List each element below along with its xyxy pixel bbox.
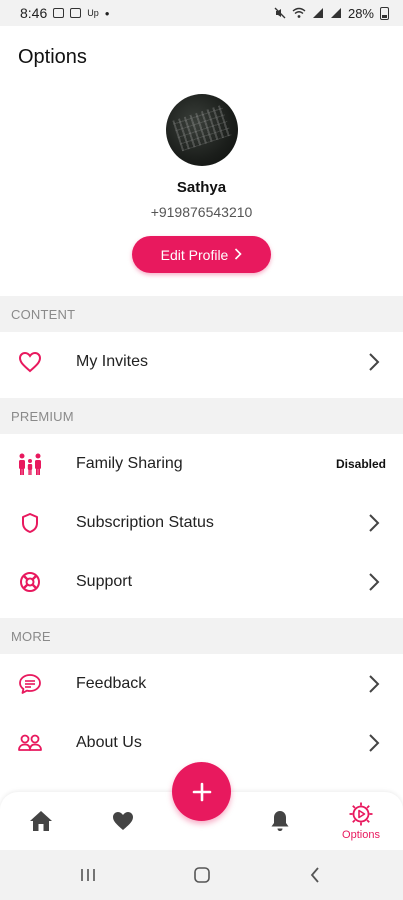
- lifebuoy-icon: [17, 569, 43, 595]
- bell-icon: [271, 811, 289, 831]
- people-icon: [17, 730, 43, 756]
- battery-icon: [380, 6, 389, 20]
- status-time: 8:46: [20, 5, 48, 21]
- status-bar-right: 28%: [274, 6, 389, 21]
- nav-options-label: Options: [342, 829, 380, 841]
- section-header-more: MORE: [0, 618, 403, 654]
- section-header-premium: PREMIUM: [0, 398, 403, 434]
- menu-item-subscription-status[interactable]: Subscription Status: [0, 494, 403, 552]
- recent-apps-button[interactable]: [58, 850, 118, 900]
- menu-item-my-invites[interactable]: My Invites: [0, 333, 403, 391]
- plus-icon: [192, 782, 211, 801]
- menu-item-support[interactable]: Support: [0, 553, 403, 611]
- menu-item-label: About Us: [76, 734, 142, 751]
- menu-item-label: Feedback: [76, 675, 147, 692]
- nav-home[interactable]: [11, 792, 71, 850]
- signal-2-icon: [330, 8, 341, 18]
- menu-item-label: My Invites: [76, 353, 149, 370]
- options-icon: [349, 802, 373, 826]
- edit-profile-label: Edit Profile: [160, 246, 229, 263]
- heart-outline-icon: [17, 349, 43, 375]
- app-notification-indicator: Up: [87, 8, 99, 18]
- battery-percent: 28%: [347, 5, 374, 21]
- status-bar: 8:46 Up ● 28%: [0, 0, 403, 26]
- back-button[interactable]: [285, 850, 345, 900]
- profile-name: Sathya: [176, 179, 227, 196]
- nav-options[interactable]: Options: [331, 792, 391, 850]
- chevron-right-icon: [369, 353, 380, 371]
- wifi-icon: [292, 7, 306, 18]
- menu-item-family-sharing[interactable]: Family Sharing Disabled: [0, 435, 403, 493]
- shield-icon: [17, 510, 43, 536]
- status-bar-left: 8:46 Up ●: [20, 5, 110, 21]
- nav-favorites[interactable]: [93, 792, 153, 850]
- family-icon: [17, 451, 43, 477]
- more-notifications-dot-icon: ●: [104, 8, 110, 18]
- chevron-right-icon: [369, 573, 380, 591]
- chat-bubble-icon: [17, 671, 43, 697]
- page-title: Options: [18, 46, 87, 68]
- recent-apps-icon: [81, 869, 95, 881]
- system-nav-bar: [0, 850, 403, 900]
- chevron-right-icon: [369, 675, 380, 693]
- edit-profile-button[interactable]: Edit Profile: [132, 236, 271, 273]
- gallery-notification-icon: [53, 8, 65, 18]
- nav-notifications[interactable]: [250, 792, 310, 850]
- menu-item-label: Subscription Status: [76, 514, 214, 531]
- mail-notification-icon: [70, 8, 82, 18]
- menu-item-label: Support: [76, 573, 133, 590]
- home-system-button[interactable]: [172, 850, 232, 900]
- add-button[interactable]: [172, 762, 231, 821]
- chevron-right-icon: [369, 734, 380, 752]
- menu-item-label: Family Sharing: [76, 455, 183, 472]
- menu-item-feedback[interactable]: Feedback: [0, 655, 403, 713]
- avatar[interactable]: [166, 94, 238, 166]
- section-header-content: CONTENT: [0, 296, 403, 332]
- mute-icon: [274, 7, 286, 19]
- back-chevron-icon: [310, 867, 319, 883]
- home-icon: [30, 811, 52, 831]
- heart-filled-icon: [113, 812, 133, 830]
- signal-1-icon: [312, 8, 323, 18]
- chevron-right-icon: [369, 514, 380, 532]
- home-square-icon: [194, 867, 210, 883]
- chevron-right-icon: [235, 248, 242, 260]
- profile-phone: +919876543210: [150, 204, 253, 220]
- family-sharing-status: Disabled: [335, 457, 386, 471]
